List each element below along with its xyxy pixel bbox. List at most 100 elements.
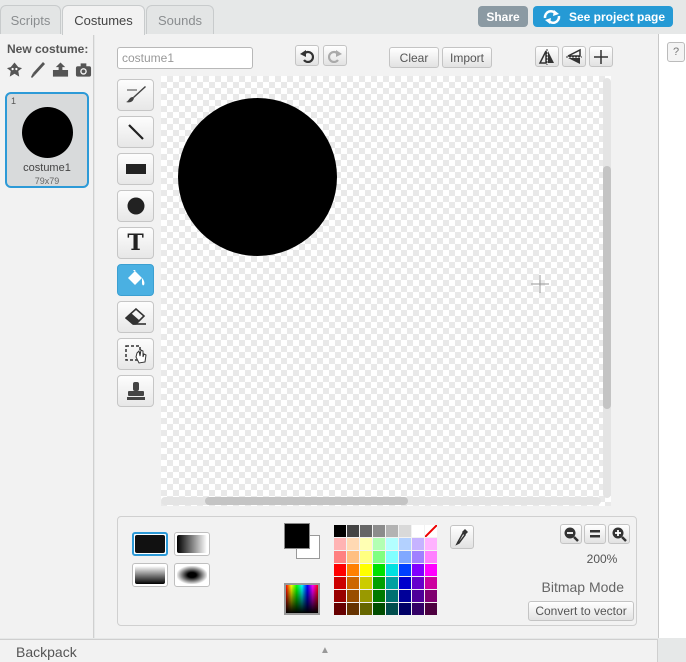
color-swatch[interactable] xyxy=(386,525,398,537)
color-swatch[interactable] xyxy=(360,564,372,576)
color-swatch[interactable] xyxy=(399,564,411,576)
color-swatch[interactable] xyxy=(386,551,398,563)
color-swatch[interactable] xyxy=(386,564,398,576)
color-swatch[interactable] xyxy=(425,590,437,602)
zoom-out-button[interactable] xyxy=(560,524,582,544)
color-swatch[interactable] xyxy=(412,538,424,550)
redo-button[interactable] xyxy=(323,45,347,66)
clear-button[interactable]: Clear xyxy=(389,47,439,68)
tab-scripts[interactable]: Scripts xyxy=(0,5,61,34)
color-swatch[interactable] xyxy=(373,551,385,563)
costume-name-input[interactable] xyxy=(117,47,253,69)
tab-costumes[interactable]: Costumes xyxy=(62,5,145,35)
backpack-bar[interactable]: Backpack ▲ xyxy=(0,639,658,662)
color-swatch[interactable] xyxy=(399,590,411,602)
text-tool[interactable]: T xyxy=(117,227,154,259)
color-swatch[interactable] xyxy=(347,603,359,615)
color-swatch[interactable] xyxy=(360,551,372,563)
stamp-tool[interactable] xyxy=(117,375,154,407)
color-swatch[interactable] xyxy=(412,603,424,615)
canvas-vertical-scrollbar[interactable] xyxy=(603,166,611,409)
color-swatch[interactable] xyxy=(334,551,346,563)
fill-solid-button[interactable] xyxy=(132,532,168,556)
color-swatch[interactable] xyxy=(412,577,424,589)
color-swatch[interactable] xyxy=(425,551,437,563)
color-swatch[interactable] xyxy=(334,564,346,576)
color-swatch[interactable] xyxy=(386,603,398,615)
ellipse-tool[interactable] xyxy=(117,190,154,222)
primary-color-swatch[interactable] xyxy=(284,523,310,549)
zoom-in-button[interactable] xyxy=(608,524,630,544)
transparent-color-swatch[interactable] xyxy=(424,524,438,538)
color-swatch[interactable] xyxy=(360,538,372,550)
color-swatch[interactable] xyxy=(425,603,437,615)
sprite-library-icon[interactable] xyxy=(6,61,23,79)
zoom-reset-button[interactable] xyxy=(584,524,606,544)
color-swatch[interactable] xyxy=(334,525,346,537)
eraser-tool[interactable] xyxy=(117,301,154,333)
color-swatch[interactable] xyxy=(347,551,359,563)
color-swatch[interactable] xyxy=(412,564,424,576)
color-swatch[interactable] xyxy=(386,590,398,602)
color-swatch[interactable] xyxy=(373,577,385,589)
color-swatch[interactable] xyxy=(399,538,411,550)
color-swatch[interactable] xyxy=(334,603,346,615)
color-swatch[interactable] xyxy=(399,603,411,615)
select-tool[interactable] xyxy=(117,338,154,370)
color-swatch[interactable] xyxy=(334,590,346,602)
color-swatch[interactable] xyxy=(334,577,346,589)
color-swatch[interactable] xyxy=(347,525,359,537)
color-swatch[interactable] xyxy=(386,577,398,589)
brush-tool[interactable] xyxy=(117,79,154,111)
color-swatch[interactable] xyxy=(412,590,424,602)
color-swatch[interactable] xyxy=(360,590,372,602)
color-swatch[interactable] xyxy=(334,538,346,550)
tab-sounds[interactable]: Sounds xyxy=(146,5,214,34)
rectangle-tool[interactable] xyxy=(117,153,154,185)
color-swatch[interactable] xyxy=(373,564,385,576)
color-swatch[interactable] xyxy=(425,577,437,589)
help-button[interactable]: ? xyxy=(667,42,685,62)
upload-icon[interactable] xyxy=(52,61,69,79)
eyedropper-button[interactable] xyxy=(450,525,474,549)
color-swatch[interactable] xyxy=(399,551,411,563)
color-swatch[interactable] xyxy=(412,551,424,563)
color-swatch[interactable] xyxy=(399,577,411,589)
drawing-canvas[interactable] xyxy=(161,76,611,506)
color-swatch[interactable] xyxy=(373,590,385,602)
fill-horizontal-gradient-button[interactable] xyxy=(174,532,210,556)
color-swatch[interactable] xyxy=(360,577,372,589)
paint-brush-icon[interactable] xyxy=(29,61,46,79)
color-swatch[interactable] xyxy=(386,538,398,550)
flip-vertical-button[interactable] xyxy=(562,46,586,67)
import-button[interactable]: Import xyxy=(442,47,492,68)
line-tool[interactable] xyxy=(117,116,154,148)
fill-radial-gradient-button[interactable] xyxy=(174,563,210,587)
color-swatch[interactable] xyxy=(412,525,424,537)
flip-horizontal-button[interactable] xyxy=(535,46,559,67)
color-swatch[interactable] xyxy=(347,538,359,550)
color-swatch[interactable] xyxy=(347,577,359,589)
color-swatch[interactable] xyxy=(360,603,372,615)
color-swatch[interactable] xyxy=(425,564,437,576)
fill-tool[interactable] xyxy=(117,264,154,296)
color-swatch[interactable] xyxy=(373,538,385,550)
color-swatch[interactable] xyxy=(373,603,385,615)
color-swatch[interactable] xyxy=(425,538,437,550)
camera-icon[interactable] xyxy=(75,61,92,79)
convert-to-vector-button[interactable]: Convert to vector xyxy=(528,601,634,621)
color-swatch[interactable] xyxy=(373,525,385,537)
fill-vertical-gradient-button[interactable] xyxy=(132,563,168,587)
color-swatch[interactable] xyxy=(399,525,411,537)
clear-button-label: Clear xyxy=(399,50,429,65)
color-swatch[interactable] xyxy=(347,564,359,576)
see-project-page-button[interactable]: See project page xyxy=(533,6,673,27)
undo-button[interactable] xyxy=(295,45,319,66)
share-button[interactable]: Share xyxy=(478,6,528,27)
color-picker-spectrum[interactable] xyxy=(284,583,320,615)
costume-item-1[interactable]: 1 costume1 79x79 xyxy=(5,92,89,188)
set-center-button[interactable] xyxy=(589,46,613,67)
canvas-horizontal-scrollbar[interactable] xyxy=(205,497,408,505)
color-swatch[interactable] xyxy=(360,525,372,537)
color-swatch[interactable] xyxy=(347,590,359,602)
